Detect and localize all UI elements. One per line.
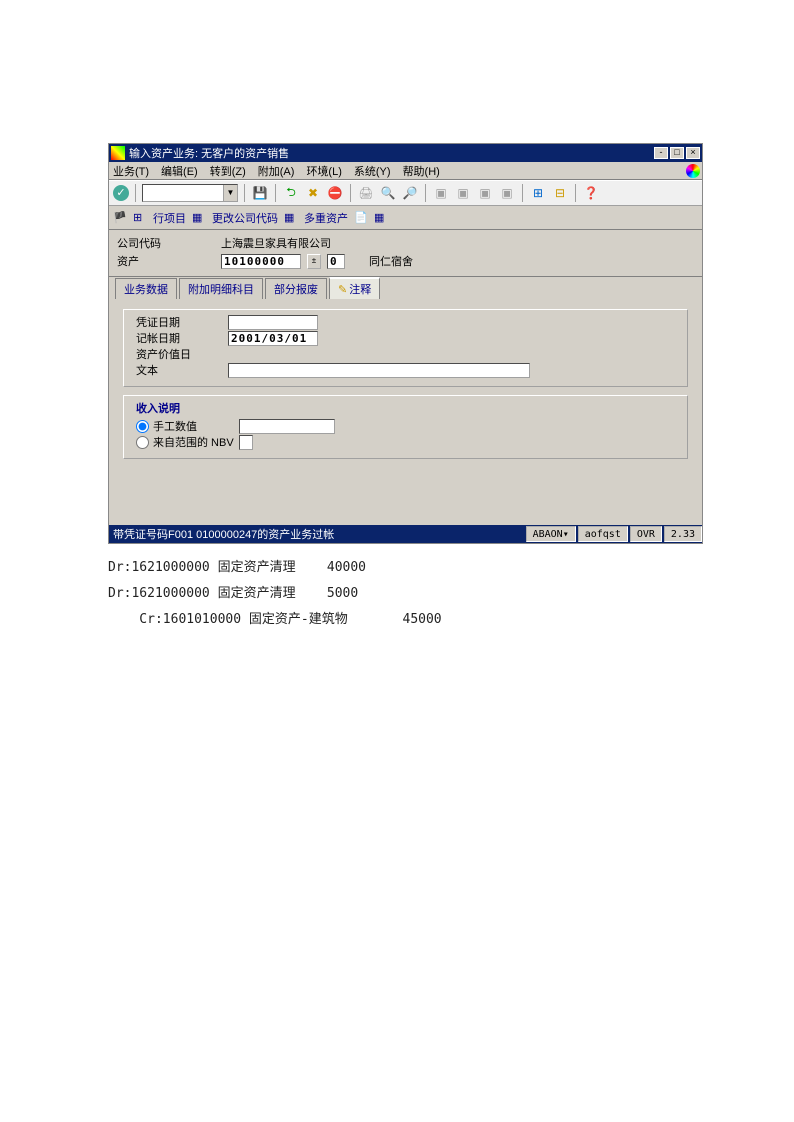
manual-value-label: 手工数值 bbox=[153, 418, 239, 434]
status-message: 带凭证号码F001 0100000247的资产业务过帐 bbox=[109, 526, 524, 542]
list-icon[interactable]: ▦ bbox=[374, 211, 388, 225]
journal-line-2: Dr:1621000000 固定资产清理 5000 bbox=[108, 581, 442, 607]
journal-line-3: Cr:1601010000 固定资产-建筑物 45000 bbox=[108, 607, 442, 633]
note-icon: ✎ bbox=[338, 284, 347, 296]
separator bbox=[425, 184, 426, 202]
flag-icon: 🏴 bbox=[113, 211, 127, 225]
back-icon[interactable]: ⮌ bbox=[282, 184, 300, 202]
separator bbox=[522, 184, 523, 202]
exit-icon[interactable]: ✖ bbox=[304, 184, 322, 202]
menubar: 业务(T) 编辑(E) 转到(Z) 附加(A) 环境(L) 系统(Y) 帮助(H… bbox=[109, 162, 702, 180]
company-name: 上海震旦家具有限公司 bbox=[221, 235, 331, 251]
asset-value-date-label: 资产价值日 bbox=[136, 346, 228, 362]
line-items-icon[interactable]: ⊞ bbox=[133, 211, 147, 225]
from-nbv-radio[interactable] bbox=[136, 436, 149, 449]
menu-goto[interactable]: 转到(Z) bbox=[210, 163, 246, 179]
window-title: 输入资产业务: 无客户的资产销售 bbox=[129, 145, 654, 161]
tab-note-label: 注释 bbox=[349, 284, 371, 296]
from-nbv-input[interactable] bbox=[239, 435, 253, 450]
titlebar[interactable]: 输入资产业务: 无客户的资产销售 - □ × bbox=[109, 144, 702, 162]
cancel-icon[interactable]: ⛔ bbox=[326, 184, 344, 202]
separator bbox=[244, 184, 245, 202]
chevron-down-icon[interactable]: ▼ bbox=[223, 185, 237, 201]
tab-transaction-data[interactable]: 业务数据 bbox=[115, 278, 177, 299]
minimize-button[interactable]: - bbox=[654, 147, 668, 159]
standard-toolbar: ✓ ▼ 💾 ⮌ ✖ ⛔ 🖨 🔍 🔎 ▣ ▣ ▣ ▣ ⊞ ⊟ ❓ bbox=[109, 180, 702, 206]
document-date-label: 凭证日期 bbox=[136, 314, 228, 330]
change-company-button[interactable]: 更改公司代码 bbox=[212, 210, 278, 226]
menu-help[interactable]: 帮助(H) bbox=[403, 163, 440, 179]
tab-note[interactable]: ✎注释 bbox=[329, 277, 380, 299]
status-time: 2.33 bbox=[664, 526, 702, 542]
asset-value-help[interactable]: ± bbox=[307, 254, 321, 269]
change-company-icon[interactable]: ▦ bbox=[192, 211, 206, 225]
tab-partial-retirement[interactable]: 部分报废 bbox=[265, 278, 327, 299]
dates-group: 凭证日期 记帐日期 资产价值日 文本 bbox=[123, 309, 688, 387]
text-label: 文本 bbox=[136, 362, 228, 378]
sap-logo-icon bbox=[686, 164, 700, 178]
header-area: 公司代码 上海震旦家具有限公司 资产 ± 同仁宿舍 bbox=[109, 230, 702, 277]
prev-page-icon[interactable]: ▣ bbox=[454, 184, 472, 202]
status-tcode: ABAON▾ bbox=[526, 526, 576, 542]
restore-button[interactable]: □ bbox=[670, 147, 684, 159]
separator bbox=[275, 184, 276, 202]
document-date-input[interactable] bbox=[228, 315, 318, 330]
income-group-title: 收入说明 bbox=[136, 400, 675, 416]
sap-window: 输入资产业务: 无客户的资产销售 - □ × 业务(T) 编辑(E) 转到(Z)… bbox=[108, 143, 703, 544]
last-page-icon[interactable]: ▣ bbox=[498, 184, 516, 202]
menu-system[interactable]: 系统(Y) bbox=[354, 163, 391, 179]
from-nbv-label: 来自范围的 NBV bbox=[153, 434, 239, 450]
enter-icon[interactable]: ✓ bbox=[113, 185, 129, 201]
asset-number-input[interactable] bbox=[221, 254, 301, 269]
separator bbox=[575, 184, 576, 202]
next-page-icon[interactable]: ▣ bbox=[476, 184, 494, 202]
asset-description: 同仁宿舍 bbox=[369, 253, 413, 269]
status-mode: OVR bbox=[630, 526, 662, 542]
menu-transaction[interactable]: 业务(T) bbox=[113, 163, 149, 179]
form-area: 凭证日期 记帐日期 资产价值日 文本 收入说明 手工数值 bbox=[109, 299, 702, 495]
first-page-icon[interactable]: ▣ bbox=[432, 184, 450, 202]
menu-edit[interactable]: 编辑(E) bbox=[161, 163, 198, 179]
separator bbox=[350, 184, 351, 202]
posting-date-input[interactable] bbox=[228, 331, 318, 346]
save-icon[interactable]: 💾 bbox=[251, 184, 269, 202]
income-group: 收入说明 手工数值 来自范围的 NBV bbox=[123, 395, 688, 459]
asset-label: 资产 bbox=[117, 253, 173, 269]
text-input[interactable] bbox=[228, 363, 530, 378]
close-button[interactable]: × bbox=[686, 147, 700, 159]
menu-extras[interactable]: 附加(A) bbox=[258, 163, 295, 179]
find-next-icon[interactable]: 🔎 bbox=[401, 184, 419, 202]
posting-date-label: 记帐日期 bbox=[136, 330, 228, 346]
document-icon[interactable]: 📄 bbox=[354, 211, 368, 225]
tabstrip: 业务数据 附加明细科目 部分报废 ✎注释 bbox=[109, 277, 702, 299]
multi-assets-button[interactable]: 多重资产 bbox=[304, 210, 348, 226]
new-session-icon[interactable]: ⊞ bbox=[529, 184, 547, 202]
status-user: aofqst bbox=[578, 526, 628, 542]
manual-value-input[interactable] bbox=[239, 419, 335, 434]
command-field[interactable]: ▼ bbox=[142, 184, 238, 202]
print-icon[interactable]: 🖨 bbox=[357, 184, 375, 202]
company-code-label: 公司代码 bbox=[117, 235, 173, 251]
separator bbox=[135, 184, 136, 202]
find-icon[interactable]: 🔍 bbox=[379, 184, 397, 202]
application-toolbar: 🏴 ⊞ 行项目 ▦ 更改公司代码 ▦ 多重资产 📄 ▦ bbox=[109, 206, 702, 230]
app-icon bbox=[111, 146, 125, 160]
shortcut-icon[interactable]: ⊟ bbox=[551, 184, 569, 202]
asset-subnumber-input[interactable] bbox=[327, 254, 345, 269]
menu-environment[interactable]: 环境(L) bbox=[306, 163, 341, 179]
line-items-button[interactable]: 行项目 bbox=[153, 210, 186, 226]
statusbar: 带凭证号码F001 0100000247的资产业务过帐 ABAON▾ aofqs… bbox=[109, 525, 702, 543]
journal-line-1: Dr:1621000000 固定资产清理 40000 bbox=[108, 555, 442, 581]
tab-additional-details[interactable]: 附加明细科目 bbox=[179, 278, 263, 299]
manual-value-radio[interactable] bbox=[136, 420, 149, 433]
help-icon[interactable]: ❓ bbox=[582, 184, 600, 202]
journal-entries: Dr:1621000000 固定资产清理 40000 Dr:1621000000… bbox=[108, 555, 442, 633]
multi-assets-icon[interactable]: ▦ bbox=[284, 211, 298, 225]
